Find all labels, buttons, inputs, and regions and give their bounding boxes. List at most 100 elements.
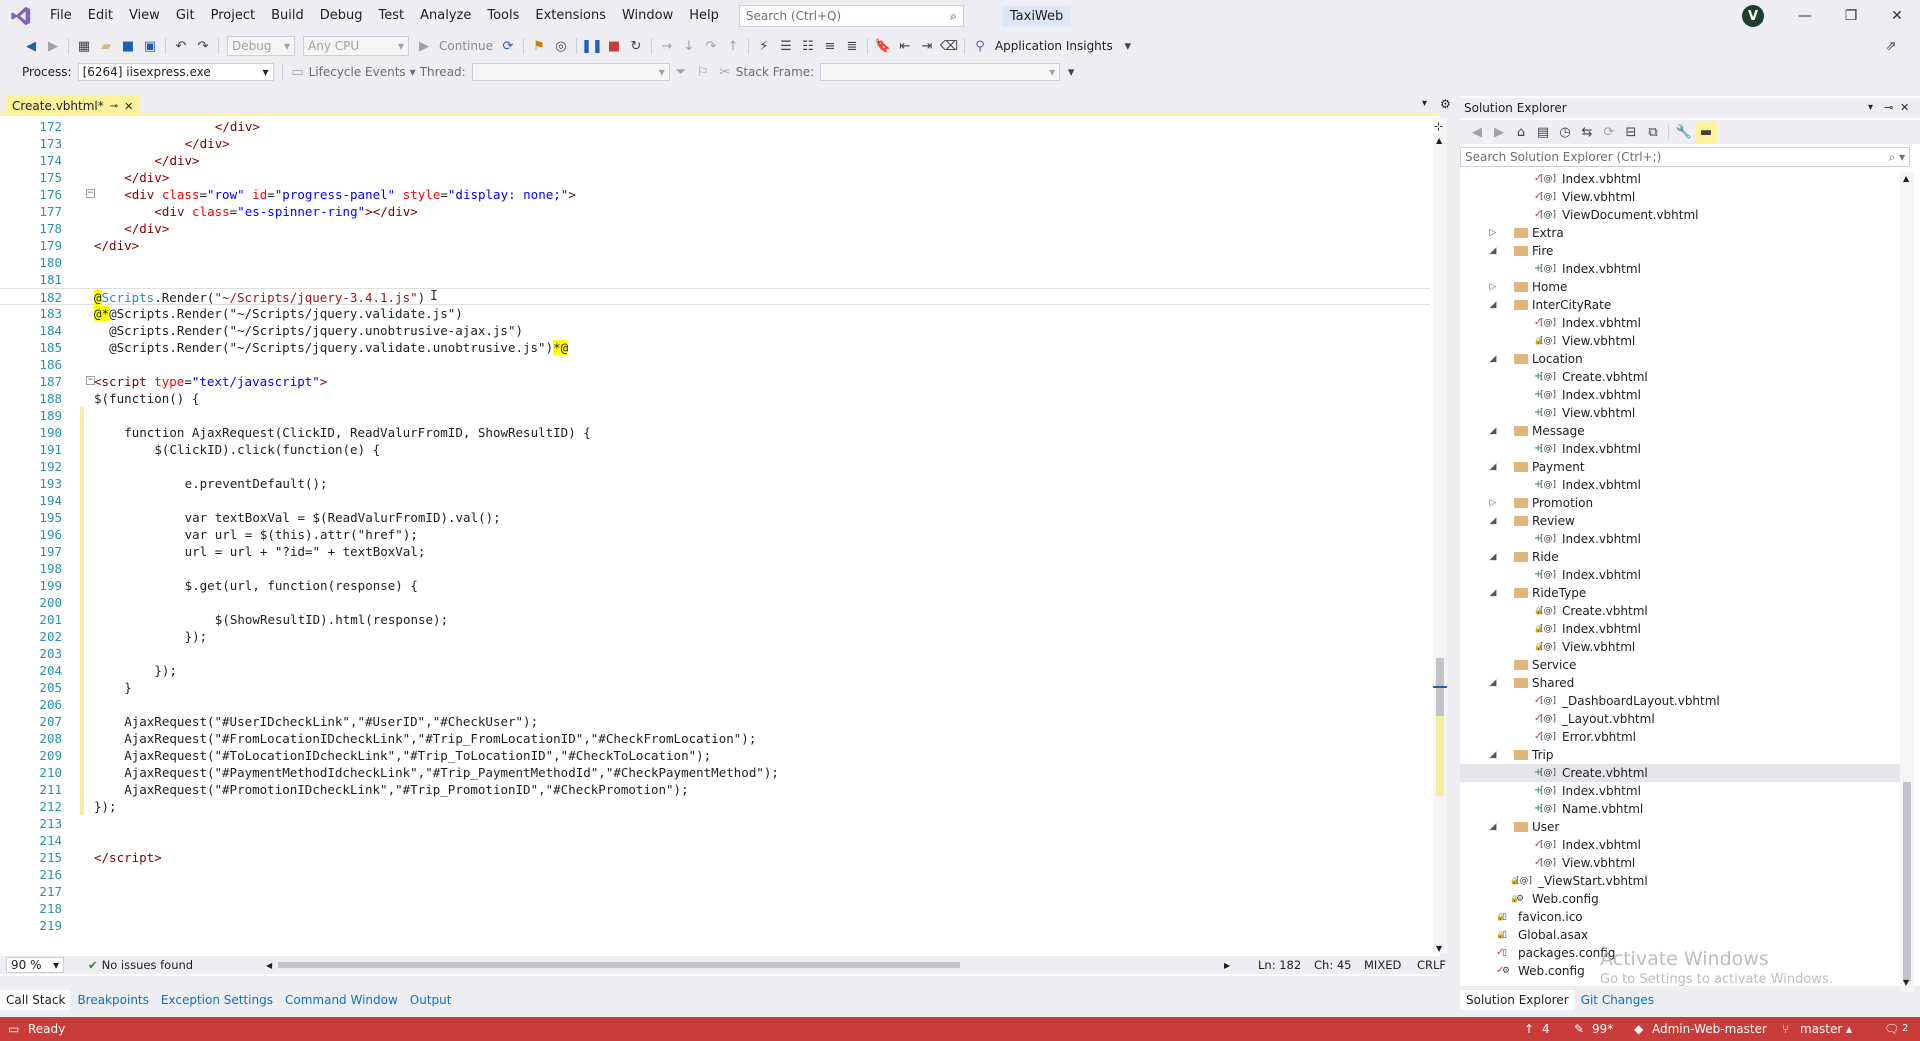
line-endings[interactable]: CRLF [1417,958,1446,972]
process-dropdown[interactable]: [6264] iisexpress.exe ▾ [77,63,274,81]
pause-icon[interactable]: ❚❚ [581,35,603,57]
tree-file[interactable]: ✓ [@] Index.vbhtml [1460,836,1900,854]
menu-build[interactable]: Build [263,0,312,32]
close-icon[interactable]: ✕ [124,100,133,113]
notification-count[interactable]: 2 [1902,1017,1908,1041]
restore-icon[interactable]: ❐ [1828,0,1874,32]
horizontal-scrollbar-thumb[interactable] [278,962,960,968]
collapse-arrow-icon[interactable]: ◢ [1488,818,1498,836]
new-project-icon[interactable]: ▦ [73,35,95,57]
live-share-icon[interactable]: ⇗ [1880,35,1902,57]
user-avatar[interactable]: V [1742,5,1764,27]
tree-file[interactable]: + [@] Index.vbhtml [1460,386,1900,404]
repository-name[interactable]: Admin-Web-master [1652,1017,1767,1041]
code-line[interactable]: 202}); [0,628,1430,645]
pending-changes-count[interactable]: 99* [1592,1017,1613,1041]
code-line[interactable]: 197 url = url + "?id=" + textBoxVal; [0,543,1430,560]
code-line[interactable]: 172 </div> [0,118,1430,135]
chevron-up-icon[interactable]: ▴ [1846,1017,1852,1041]
commits-up-count[interactable]: 4 [1542,1017,1550,1041]
step-into-icon[interactable]: ↓ [678,35,700,57]
tree-file[interactable]: + [@] Name.vbhtml [1460,800,1900,818]
close-icon[interactable]: ✕ [1900,98,1909,118]
tree-file[interactable]: 🔒 [@] Create.vbhtml [1460,602,1900,620]
menu-debug[interactable]: Debug [312,0,371,32]
tree-folder[interactable]: ▷ Promotion [1460,494,1900,512]
collapse-arrow-icon[interactable]: ◢ [1488,458,1498,476]
open-folder-icon[interactable]: ▰ [95,35,117,57]
tree-file[interactable]: ✓ [@] View.vbhtml [1460,854,1900,872]
code-line[interactable]: 213 [0,815,1430,832]
column-number[interactable]: Ch: 45 [1314,958,1351,972]
menu-project[interactable]: Project [203,0,263,32]
collapse-arrow-icon[interactable]: ◢ [1488,242,1498,260]
navigate-forward-icon[interactable]: ▶ [42,35,64,57]
clear-bookmarks-icon[interactable]: ⌫ [938,35,960,57]
notification-icon[interactable]: 🗨 [1884,1017,1899,1041]
expand-arrow-icon[interactable]: ▷ [1488,494,1498,512]
browser-link-icon[interactable]: ⚑ [528,35,550,57]
issues-status[interactable]: No issues found [102,958,193,972]
pending-changes-filter-icon[interactable]: ◷ [1554,121,1576,143]
menu-file[interactable]: File [42,0,80,32]
pencil-icon[interactable]: ✎ [1574,1017,1584,1041]
tree-file[interactable]: + [@] Index.vbhtml [1460,440,1900,458]
tree-folder[interactable]: ◢ Ride [1460,548,1900,566]
outdent-icon[interactable]: ≣ [841,35,863,57]
navigate-back-icon[interactable]: ◀ [20,35,42,57]
configuration-dropdown[interactable]: Debug ▾ [227,36,295,56]
tab-output[interactable]: Output [404,990,458,1010]
lifecycle-events-dropdown[interactable]: Lifecycle Events [309,65,406,79]
tree-file[interactable]: + [@] Index.vbhtml [1460,476,1900,494]
code-line[interactable]: 173 </div> [0,135,1430,152]
scrollbar-thumb[interactable] [1903,782,1911,982]
collapse-arrow-icon[interactable]: ◢ [1488,674,1498,692]
code-line[interactable]: 188 $(function() { [0,390,1430,407]
tree-file[interactable]: ✓ [@] _DashboardLayout.vbhtml [1460,692,1900,710]
editor-vertical-scrollbar[interactable]: ⊹ ▲ ▼ [1433,118,1447,953]
tree-folder[interactable]: ◢ User [1460,818,1900,836]
code-line[interactable]: 212}); [0,798,1430,815]
code-line[interactable]: 215 </script> [0,849,1430,866]
auto-hide-pin-icon[interactable]: ⊸ [1884,98,1893,118]
step-over-icon[interactable]: ↷ [700,35,722,57]
refresh-icon[interactable]: ⟳ [497,35,519,57]
pin-icon[interactable]: ⊸ [110,101,118,112]
code-line[interactable]: 208 AjaxRequest("#FromLocationIDcheckLink… [0,730,1430,747]
code-line[interactable]: 196 var url = $(this).attr("href"); [0,526,1430,543]
collapse-arrow-icon[interactable]: ◢ [1488,422,1498,440]
tab-call-stack[interactable]: Call Stack [0,990,72,1010]
expand-arrow-icon[interactable]: ▷ [1488,224,1498,242]
tab-list-dropdown-icon[interactable]: ▾ [1422,98,1427,109]
stack-frame-dropdown[interactable]: ▾ [820,63,1061,81]
menu-analyze[interactable]: Analyze [412,0,479,32]
tree-folder[interactable]: ▷ Extra [1460,224,1900,242]
code-line[interactable]: 186 [0,356,1430,373]
tree-file[interactable]: 🔒 [@] _ViewStart.vbhtml [1460,872,1900,890]
code-line[interactable]: 190 function AjaxRequest(ClickID, ReadVal… [0,424,1430,441]
tree-folder[interactable]: ◢ RideType [1460,584,1900,602]
tree-file[interactable]: 🔒 ▯ Global.asax [1460,926,1900,944]
refresh-icon[interactable]: ⟳ [1598,121,1620,143]
code-line[interactable]: 194 [0,492,1430,509]
code-line[interactable]: 218 [0,900,1430,917]
tree-folder[interactable]: ◢ Payment [1460,458,1900,476]
expand-arrow-icon[interactable]: ▷ [1488,278,1498,296]
code-line[interactable]: 205} [0,679,1430,696]
code-line[interactable]: 206 [0,696,1430,713]
flag-icon[interactable]: ⚐ [692,61,714,83]
scroll-up-icon[interactable]: ▲ [1436,136,1442,145]
encoding-mode[interactable]: MIXED [1364,958,1401,972]
tree-file[interactable]: ✓ [@] Error.vbhtml [1460,728,1900,746]
code-line[interactable]: 219 [0,917,1430,934]
menu-test[interactable]: Test [371,0,413,32]
tree-folder[interactable]: ◢ Location [1460,350,1900,368]
collapse-outline-icon[interactable]: − [86,376,95,385]
solution-explorer-search-input[interactable]: Search Solution Explorer (Ctrl+;) ⌕ ▾ [1460,147,1910,167]
tree-folder[interactable]: ◢ Review [1460,512,1900,530]
code-line[interactable]: 189 [0,407,1430,424]
code-line[interactable]: 198 [0,560,1430,577]
tree-file[interactable]: 🔒 ▯ favicon.ico [1460,908,1900,926]
tab-command-window[interactable]: Command Window [279,990,404,1010]
code-line[interactable]: 214 [0,832,1430,849]
